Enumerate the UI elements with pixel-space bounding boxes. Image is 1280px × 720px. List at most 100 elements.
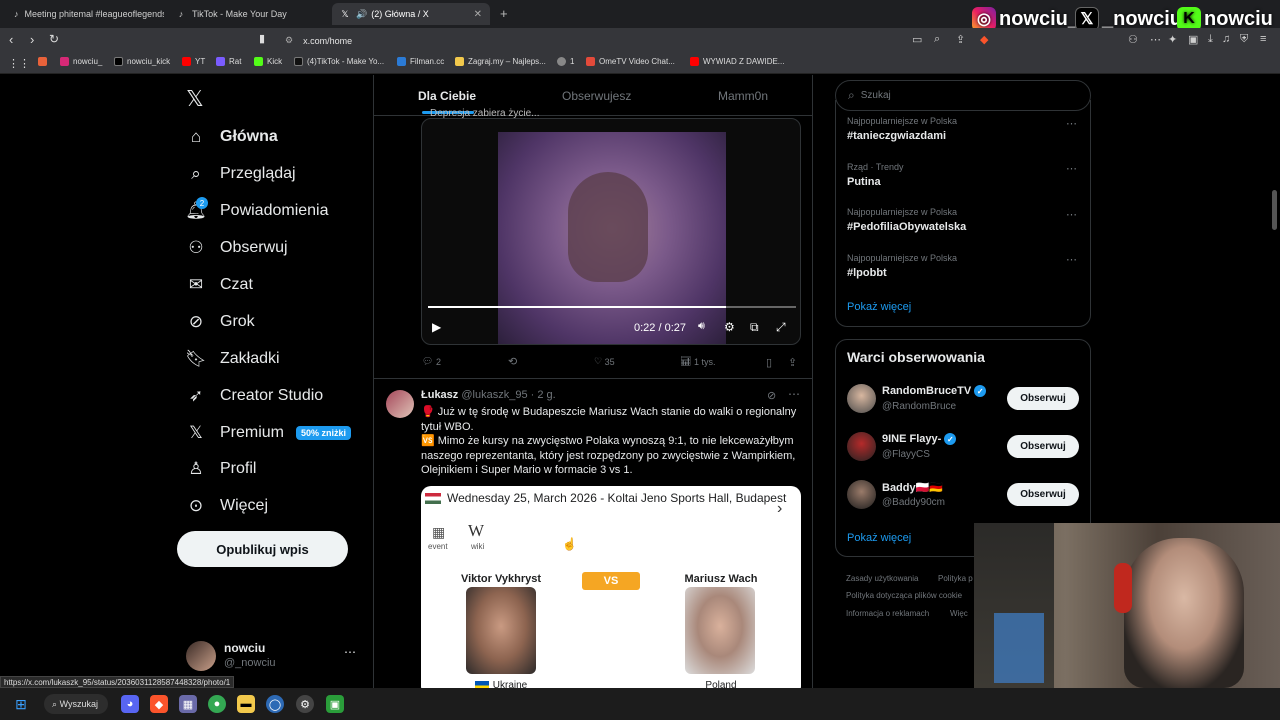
windows-start-icon[interactable]: ⊞ xyxy=(12,695,30,713)
settings-icon[interactable]: ⚙ xyxy=(724,320,735,334)
trend-name[interactable]: #PedofiliaObywatelska xyxy=(847,221,966,233)
share-post-icon[interactable]: ⇪ xyxy=(788,356,797,369)
post-time[interactable]: · 2 g. xyxy=(531,389,556,401)
follow-name[interactable]: Baddy🇵🇱🇩🇪 xyxy=(882,481,943,494)
sidebar-item-home[interactable]: ⌂ Główna xyxy=(186,127,278,147)
vpn-icon[interactable]: ⚇ xyxy=(1128,33,1138,46)
app-icon[interactable]: ▦ xyxy=(179,695,197,713)
bookmark-item[interactable]: Rat xyxy=(216,57,241,66)
post-author-handle[interactable]: @lukaszk_95 xyxy=(461,389,527,401)
share-icon[interactable]: ⇪ xyxy=(956,33,965,46)
music-icon[interactable]: ♫ xyxy=(1222,33,1230,45)
fight-card-image[interactable]: Wednesday 25, March 2026 - Koltai Jeno S… xyxy=(421,486,801,688)
chrome-icon[interactable]: ● xyxy=(208,695,226,713)
bookmark-item[interactable]: YT xyxy=(182,57,205,66)
bookmark-item[interactable]: Zagraj.my – Najleps... xyxy=(455,57,546,66)
tab-for-you[interactable]: Dla Ciebie xyxy=(418,89,476,103)
follow-button[interactable]: Obserwuj xyxy=(1007,483,1079,506)
footer-link[interactable]: Więc xyxy=(950,609,968,618)
fullscreen-icon[interactable]: ⤢ xyxy=(776,320,786,335)
bookmark-item[interactable]: WYWIAD Z DAWIDE... xyxy=(690,57,784,66)
trend-more-icon[interactable]: ⋯ xyxy=(1066,162,1077,175)
bookmark-item[interactable]: Filman.cc xyxy=(397,57,444,66)
taskbar-search[interactable]: ⌕ Wyszukaj xyxy=(44,694,108,714)
sidebar-item-follow[interactable]: ⚇ Obserwuj xyxy=(186,238,287,258)
bookmark-item[interactable]: (4)TikTok - Make Yo... xyxy=(294,57,384,66)
zoom-icon[interactable]: ⌕ xyxy=(934,33,940,46)
sidebar-item-explore[interactable]: ⌕ Przeglądaj xyxy=(186,164,295,184)
sidebar-item-notifications[interactable]: 🔔︎ 2 Powiadomienia xyxy=(185,197,329,221)
footer-link[interactable]: Polityka dotycząca plików cookie xyxy=(846,591,962,600)
bookmark-item[interactable]: nowciu_ xyxy=(60,57,102,66)
wallet-icon[interactable]: ⋯ xyxy=(1150,33,1161,46)
app-icon[interactable]: ◯ xyxy=(266,695,284,713)
trend-name[interactable]: Putina xyxy=(847,176,881,188)
sidebar-item-profile[interactable]: ♙ Profil xyxy=(186,459,256,479)
download-icon[interactable]: ⤓ xyxy=(1208,33,1213,46)
bookmark-item[interactable] xyxy=(38,57,51,66)
steam-icon[interactable]: ⚙ xyxy=(296,695,314,713)
post-button[interactable]: Opublikuj wpis xyxy=(177,531,348,567)
close-tab-icon[interactable]: ✕ xyxy=(474,9,482,20)
account-more-icon[interactable]: ⋯ xyxy=(344,645,356,659)
forward-icon[interactable]: › xyxy=(30,32,34,47)
app-icon[interactable]: ▣ xyxy=(326,695,344,713)
show-more-follow-link[interactable]: Pokaż więcej xyxy=(847,532,911,544)
footer-link[interactable]: Informacja o reklamach xyxy=(846,609,929,618)
repost-button[interactable]: ⟲ xyxy=(508,355,517,368)
url-field[interactable]: ⚙ x.com/home xyxy=(285,32,905,49)
sidebar-item-premium[interactable]: 𝕏 Premium 50% zniżki xyxy=(186,423,352,443)
video-player[interactable]: ▶ 0:22 / 0:27 🔊︎ ⚙ ⧉ ⤢ xyxy=(421,118,801,345)
views-button[interactable]: 📊︎ 1 tys. xyxy=(680,356,715,367)
page-scrollbar[interactable] xyxy=(1272,190,1277,230)
reload-icon[interactable]: ↻ xyxy=(49,32,59,46)
trend-more-icon[interactable]: ⋯ xyxy=(1066,208,1077,221)
post-author-name[interactable]: Łukasz xyxy=(421,389,458,401)
bookmark-item[interactable]: 1 xyxy=(557,57,574,66)
post-more-icon[interactable]: ⋯ xyxy=(788,387,800,401)
menu-icon[interactable]: ≡ xyxy=(1260,33,1266,45)
sidebar-item-grok[interactable]: ⊘ Grok xyxy=(186,312,255,332)
sidebar-item-chat[interactable]: ✉ Czat xyxy=(186,275,253,295)
account-name[interactable]: nowciu xyxy=(224,641,265,655)
new-tab-icon[interactable]: + xyxy=(500,6,508,21)
follow-button[interactable]: Obserwuj xyxy=(1007,387,1079,410)
apps-icon[interactable]: ⋮⋮ xyxy=(8,57,30,70)
bookmark-post-icon[interactable]: ▯ xyxy=(766,356,772,369)
volume-icon[interactable]: 🔊︎ xyxy=(698,320,705,333)
trend-name[interactable]: #tanieczgwiazdami xyxy=(847,130,946,142)
bookmark-item[interactable]: nowciu_kick xyxy=(114,57,170,66)
site-info-icon[interactable]: ⚙ xyxy=(285,35,293,46)
bookmark-item[interactable]: OmeTV Video Chat... xyxy=(586,57,675,66)
like-button[interactable]: ♡ 35 xyxy=(594,356,615,367)
brave-shields-icon[interactable]: ◆ xyxy=(980,33,988,46)
extensions-icon[interactable]: ✦ xyxy=(1168,33,1177,46)
sidebar-icon[interactable]: ▣ xyxy=(1188,33,1198,46)
cast-icon[interactable]: ▭ xyxy=(912,33,922,46)
follow-avatar[interactable] xyxy=(847,432,876,461)
follow-name-row[interactable]: 9INE Flayy- ✓ xyxy=(882,433,957,445)
reply-button[interactable]: 💬︎ 2 xyxy=(422,356,441,367)
account-avatar[interactable] xyxy=(186,641,216,671)
trend-name[interactable]: #lpobbt xyxy=(847,267,887,279)
show-more-trends-link[interactable]: Pokaż więcej xyxy=(847,301,911,313)
pip-icon[interactable]: ⧉ xyxy=(750,320,759,335)
tab-list[interactable]: Mamm0n xyxy=(718,89,768,103)
post-avatar[interactable] xyxy=(386,390,414,418)
brave-icon[interactable]: ◆ xyxy=(150,695,168,713)
bookmark-page-icon[interactable]: ▮ xyxy=(259,32,265,45)
follow-avatar[interactable] xyxy=(847,480,876,509)
browser-tab-active[interactable]: 𝕏 🔊 (2) Główna / X ✕ xyxy=(332,3,490,25)
sidebar-item-bookmarks[interactable]: 🔖︎ Zakładki xyxy=(185,349,279,369)
sidebar-item-more[interactable]: ⊙ Więcej xyxy=(186,496,268,516)
bookmark-item[interactable]: Kick xyxy=(254,57,282,66)
follow-avatar[interactable] xyxy=(847,384,876,413)
sidebar-item-creator-studio[interactable]: ➶ Creator Studio xyxy=(186,386,323,406)
trend-more-icon[interactable]: ⋯ xyxy=(1066,253,1077,266)
browser-tab[interactable]: ♪ Meeting phitemal #leagueoflegends xyxy=(6,3,164,25)
follow-name-row[interactable]: RandomBruceTV ✓ xyxy=(882,385,987,397)
folder-icon[interactable]: ▬ xyxy=(237,695,255,713)
x-logo-icon[interactable]: 𝕏 xyxy=(186,86,204,112)
tab-following[interactable]: Obserwujesz xyxy=(562,89,631,103)
footer-link[interactable]: Polityka p xyxy=(938,574,973,583)
